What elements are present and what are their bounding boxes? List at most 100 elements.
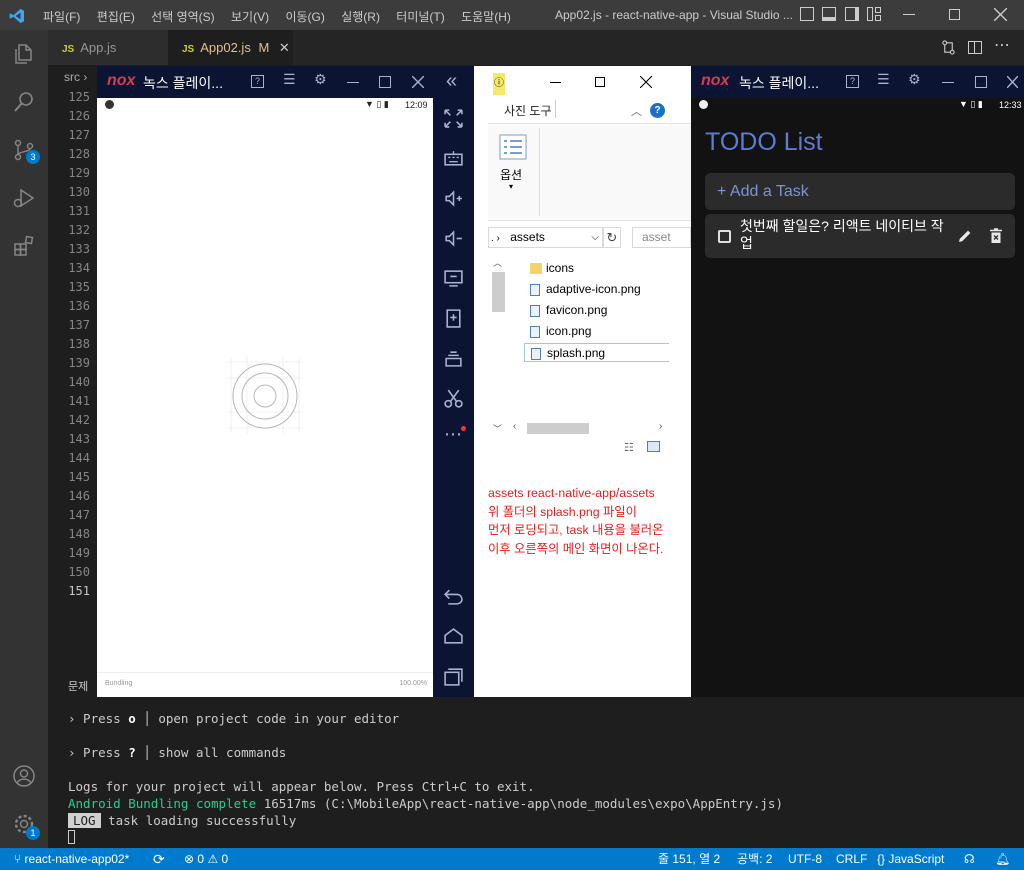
menu-file[interactable]: 파일(F)	[43, 8, 80, 25]
options-dropdown-icon[interactable]: ▾	[509, 182, 513, 191]
wifi-battery-icon: ▼ ▯ ▮	[959, 99, 983, 109]
scrollbar-thumb[interactable]	[527, 423, 589, 434]
collapse-ribbon-icon[interactable]: ︿	[631, 103, 642, 119]
close-window-icon[interactable]	[994, 8, 1007, 21]
more-tools-icon[interactable]: ⋯	[444, 424, 462, 445]
options-label[interactable]: 옵션	[500, 166, 522, 183]
customize-layout-icon[interactable]	[867, 7, 881, 21]
file-row[interactable]: icon.png	[524, 322, 669, 341]
menu-go[interactable]: 이동(G)	[285, 8, 324, 25]
help-icon[interactable]: ?	[650, 103, 665, 118]
png-file-icon	[531, 348, 541, 360]
end-of-line[interactable]: CRLF	[836, 848, 867, 870]
back-icon[interactable]	[443, 586, 464, 607]
encoding[interactable]: UTF-8	[788, 848, 822, 870]
tab-problems[interactable]: 문제	[48, 678, 98, 696]
branch-indicator[interactable]: ⑂ react-native-app02*	[14, 848, 129, 870]
vertical-scrollbar[interactable]: ︿ ﹀	[490, 256, 505, 436]
address-dropdown-icon[interactable]: ⌵	[591, 228, 599, 247]
nox-emulator-right: nox 녹스 플레이... ? ☰ ⚙ ▼ ▯ ▮ 12:33 TODO Lis…	[691, 66, 1024, 697]
close-tab-icon[interactable]: ✕	[279, 40, 290, 55]
run-debug-icon[interactable]	[12, 186, 36, 210]
help-icon[interactable]: ?	[846, 75, 859, 88]
multi-instance-icon[interactable]	[443, 348, 464, 369]
notifications-bell-icon[interactable]: 🔔︎	[995, 848, 1010, 870]
tab-app-js[interactable]: JS App.js	[48, 30, 168, 65]
extensions-icon[interactable]	[12, 234, 36, 258]
add-task-input[interactable]: + Add a Task	[705, 173, 1015, 210]
file-row[interactable]: favicon.png	[524, 301, 669, 320]
file-row[interactable]: icons	[524, 259, 669, 278]
ribbon-tab-picture-tools[interactable]: 사진 도구	[504, 102, 552, 119]
close-icon[interactable]	[640, 76, 652, 88]
feedback-icon[interactable]: ☊	[964, 848, 975, 870]
scrollbar-thumb[interactable]	[492, 272, 505, 312]
problems-indicator[interactable]: ⊗ 0 ⚠ 0	[184, 848, 228, 870]
volume-up-icon[interactable]	[443, 188, 464, 209]
menu-edit[interactable]: 편집(E)	[97, 8, 135, 25]
search-icon[interactable]	[12, 90, 36, 114]
home-icon[interactable]	[443, 626, 464, 647]
search-box[interactable]: asset	[632, 227, 691, 248]
indentation[interactable]: 공백: 2	[737, 848, 772, 870]
menu-terminal[interactable]: 터미널(T)	[396, 8, 444, 25]
large-icons-view-icon[interactable]	[647, 441, 660, 452]
language-mode[interactable]: {} JavaScript	[877, 848, 944, 870]
maximize-window-icon[interactable]	[949, 9, 960, 20]
minimize-icon[interactable]	[942, 82, 954, 84]
keyboard-icon[interactable]	[443, 148, 464, 169]
maximize-icon[interactable]	[379, 76, 391, 88]
terminal-panel[interactable]: › Press o │ open project code in your ed…	[48, 697, 1024, 848]
file-row[interactable]: splash.png	[524, 343, 669, 362]
maximize-icon[interactable]	[975, 76, 987, 88]
address-bar[interactable]: . › assets ⌵	[488, 227, 603, 248]
editor-tab-bar: JS App.js JS App02.js M ✕ ⋯	[48, 30, 1024, 65]
close-icon[interactable]	[412, 76, 424, 88]
options-icon[interactable]	[499, 134, 527, 160]
menu-icon[interactable]: ☰	[877, 71, 890, 88]
install-apk-icon[interactable]	[443, 308, 464, 329]
account-icon[interactable]	[12, 764, 36, 788]
screenshot-icon[interactable]	[443, 268, 464, 289]
toggle-panel-icon[interactable]	[822, 7, 836, 21]
toggle-secondary-sidebar-icon[interactable]	[845, 7, 859, 21]
task-checkbox[interactable]	[718, 230, 731, 243]
minimize-icon[interactable]	[347, 82, 359, 84]
file-name: icon.png	[546, 324, 592, 338]
refresh-icon[interactable]: ↻	[603, 227, 621, 248]
menu-icon[interactable]: ☰	[283, 71, 296, 88]
minimize-icon[interactable]	[550, 82, 561, 83]
volume-down-icon[interactable]	[443, 228, 464, 249]
delete-trash-icon[interactable]	[989, 228, 1003, 244]
breadcrumb[interactable]: src ›	[48, 66, 98, 88]
edit-pencil-icon[interactable]	[957, 228, 973, 244]
fullscreen-icon[interactable]	[443, 108, 464, 129]
menu-help[interactable]: 도움말(H)	[461, 8, 511, 25]
file-row[interactable]: adaptive-icon.png	[524, 280, 669, 299]
nox-title-bar: nox 녹스 플레이... ? ☰ ⚙	[97, 66, 433, 98]
gear-icon[interactable]: ⚙	[908, 71, 921, 88]
close-icon[interactable]	[1007, 76, 1018, 88]
quick-access-icon[interactable]: ⓘ	[493, 73, 505, 95]
menu-view[interactable]: 보기(V)	[231, 8, 269, 25]
tab-app02-js[interactable]: JS App02.js M ✕	[168, 30, 293, 65]
split-editor-icon[interactable]	[968, 41, 982, 54]
toggle-sidebar-icon[interactable]	[800, 7, 814, 21]
scissors-icon[interactable]	[443, 388, 464, 409]
explorer-icon[interactable]	[12, 42, 36, 66]
menu-selection[interactable]: 선택 영역(S)	[151, 8, 215, 25]
collapse-sidebar-icon[interactable]: «	[446, 70, 457, 93]
details-view-icon[interactable]: ☷	[624, 441, 634, 454]
recent-apps-icon[interactable]	[443, 666, 464, 687]
help-icon[interactable]: ?	[251, 75, 264, 88]
menu-run[interactable]: 실행(R)	[341, 8, 380, 25]
more-actions-icon[interactable]: ⋯	[994, 35, 1010, 55]
maximize-icon[interactable]	[595, 77, 605, 87]
compare-changes-icon[interactable]	[941, 40, 956, 55]
cursor-position[interactable]: 줄 151, 열 2	[658, 848, 720, 870]
horizontal-scrollbar[interactable]: ‹ ›	[509, 420, 669, 436]
minimize-window-icon[interactable]	[903, 14, 915, 16]
gear-icon[interactable]: ⚙	[314, 71, 327, 88]
bundling-progress: 100.00%	[399, 680, 427, 687]
sync-icon[interactable]: ⟳	[153, 848, 165, 870]
